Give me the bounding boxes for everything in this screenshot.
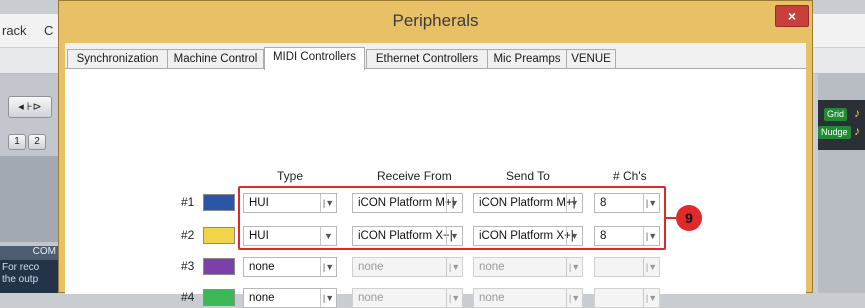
column-header-type: Type: [277, 169, 304, 183]
highlight-box: [238, 186, 666, 250]
row-label: #4: [181, 290, 195, 304]
row-label: #2: [181, 228, 195, 242]
tab-synchronization[interactable]: Synchronization: [67, 49, 168, 69]
row-label: #3: [181, 259, 195, 273]
dropdown-arrow-icon: |▼: [643, 258, 659, 276]
dialog-titlebar[interactable]: Peripherals ×: [59, 1, 812, 43]
nudge-button[interactable]: Nudge: [818, 126, 851, 139]
host-comment-line-1: For reco: [2, 262, 40, 273]
host-track-strip: [0, 156, 60, 242]
host-menu-clip[interactable]: C: [44, 23, 53, 38]
send-to-value: none: [479, 292, 505, 304]
peripherals-dialog: Peripherals × Synchronization Machine Co…: [58, 0, 813, 308]
dropdown-arrow-icon: |▼: [446, 258, 462, 276]
counter-button-1[interactable]: 1: [8, 134, 26, 150]
dialog-client: Synchronization Machine Control MIDI Con…: [65, 43, 806, 308]
callout-badge: 9: [676, 205, 702, 231]
channels-select: |▼: [594, 288, 660, 308]
receive-from-select: none |▼: [352, 288, 463, 308]
grid-button[interactable]: Grid: [824, 108, 848, 121]
tab-mic-preamps[interactable]: Mic Preamps: [487, 49, 567, 69]
note-icon: ♪: [854, 106, 860, 120]
dropdown-arrow-icon: |▼: [320, 258, 336, 276]
send-to-select: none |▼: [473, 257, 583, 277]
type-value: none: [249, 292, 275, 304]
column-header-channels: # Ch's: [613, 169, 647, 183]
shuttle-icon[interactable]: ◂ ⊦⊳: [8, 96, 52, 118]
dropdown-arrow-icon: |▼: [446, 289, 462, 307]
controller-color-swatch[interactable]: [203, 227, 235, 244]
dropdown-arrow-icon: |▼: [566, 258, 582, 276]
midi-controllers-panel: Type Receive From Send To # Ch's #1 HUI |…: [65, 68, 806, 308]
type-select[interactable]: none |▼: [243, 288, 337, 308]
close-button[interactable]: ×: [775, 5, 809, 27]
tab-venue[interactable]: VENUE: [566, 49, 616, 69]
column-header-send-to: Send To: [506, 169, 550, 183]
close-icon: ×: [787, 8, 797, 24]
tab-ethernet-controllers[interactable]: Ethernet Controllers: [366, 49, 488, 69]
counter-button-2[interactable]: 2: [28, 134, 46, 150]
column-header-receive-from: Receive From: [377, 169, 452, 183]
row-label: #1: [181, 195, 195, 209]
channels-select: |▼: [594, 257, 660, 277]
receive-from-value: none: [358, 292, 384, 304]
tab-machine-control[interactable]: Machine Control: [167, 49, 264, 69]
note-icon: ♪: [854, 124, 860, 138]
tab-midi-controllers[interactable]: MIDI Controllers: [264, 47, 365, 70]
dropdown-arrow-icon: |▼: [643, 289, 659, 307]
host-menu-track[interactable]: rack: [2, 23, 27, 38]
receive-from-select: none |▼: [352, 257, 463, 277]
controller-color-swatch[interactable]: [203, 289, 235, 306]
host-comment-line-2: the outp: [2, 274, 39, 285]
dropdown-arrow-icon: |▼: [566, 289, 582, 307]
send-to-value: none: [479, 261, 505, 273]
type-value: none: [249, 261, 275, 273]
dropdown-arrow-icon: |▼: [320, 289, 336, 307]
host-comment-text: For reco the outp: [0, 260, 60, 293]
host-grid-panel: Grid ♪ Nudge ♪: [818, 100, 865, 150]
type-select[interactable]: none |▼: [243, 257, 337, 277]
receive-from-value: none: [358, 261, 384, 273]
dialog-title: Peripherals: [392, 11, 479, 30]
host-com-label: COM: [0, 246, 60, 260]
send-to-select: none |▼: [473, 288, 583, 308]
controller-color-swatch[interactable]: [203, 194, 235, 211]
controller-color-swatch[interactable]: [203, 258, 235, 275]
